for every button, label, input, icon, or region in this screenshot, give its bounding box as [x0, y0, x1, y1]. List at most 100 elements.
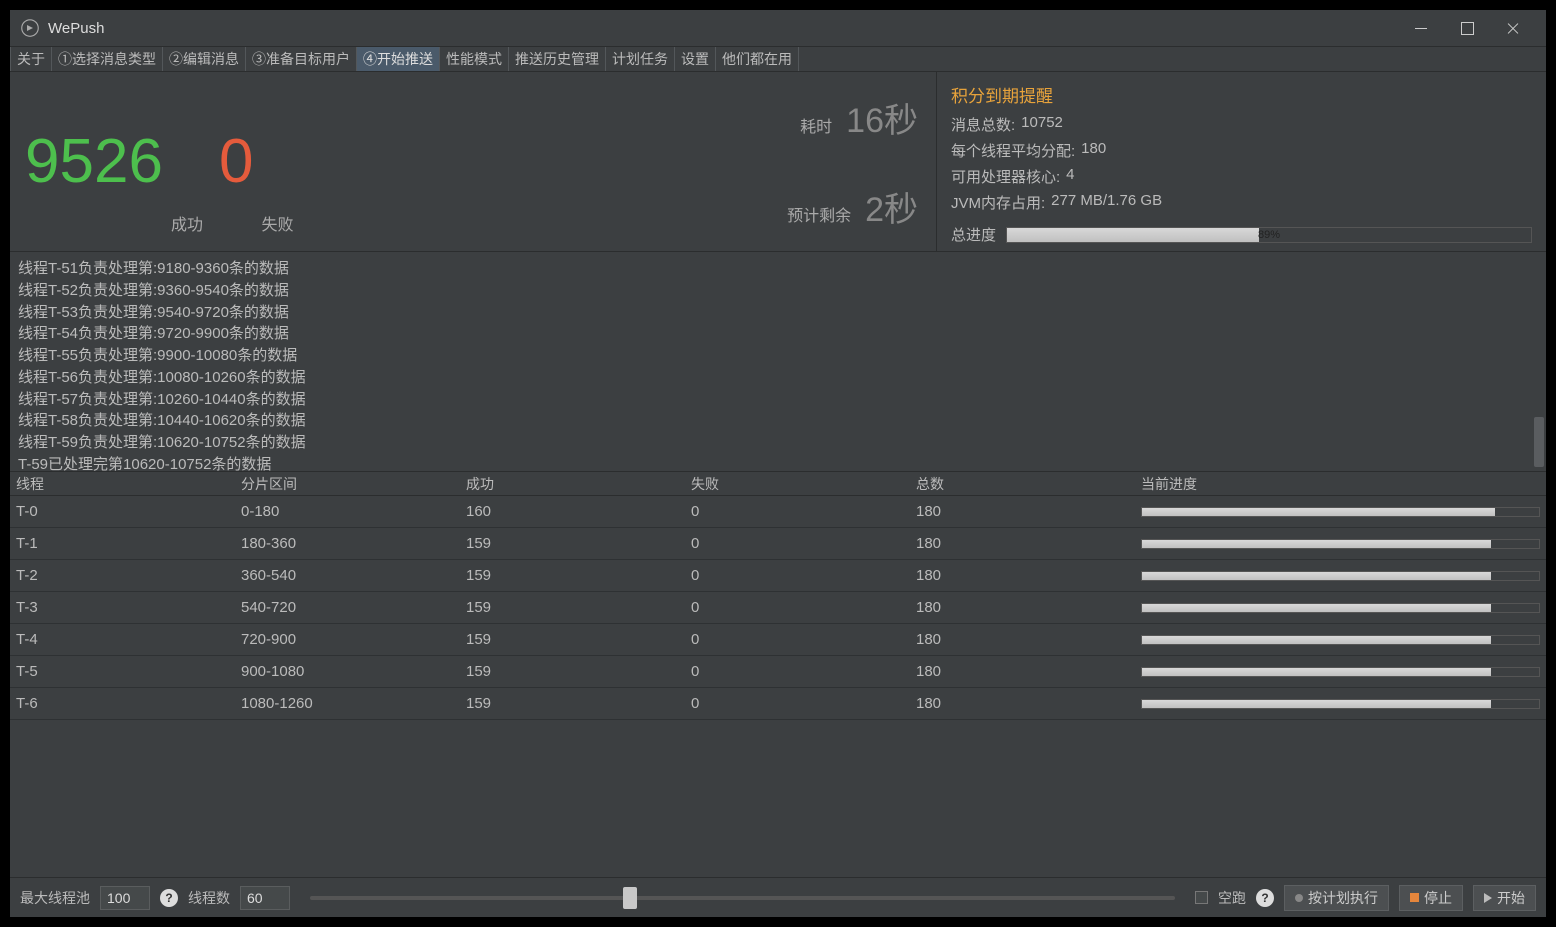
cell-range: 360-540: [235, 567, 460, 584]
cell-fail: 0: [685, 599, 910, 616]
titlebar: WePush: [10, 10, 1546, 46]
cell-success: 159: [460, 663, 685, 680]
cell-thread: T-5: [10, 663, 235, 680]
jvm-value: 277 MB/1.76 GB: [1051, 192, 1162, 213]
log-scrollbar[interactable]: [1534, 256, 1544, 467]
jvm-label: JVM内存占用:: [951, 192, 1045, 213]
per-thread-label: 每个线程平均分配:: [951, 140, 1075, 161]
result-counts: 9526 成功 0 失败: [10, 72, 350, 251]
tab-6[interactable]: 推送历史管理: [509, 47, 606, 71]
scrollbar-thumb[interactable]: [1534, 417, 1544, 467]
cell-success: 159: [460, 535, 685, 552]
tab-4[interactable]: ④开始推送: [357, 47, 440, 71]
table-row[interactable]: T-00-1801600180: [10, 496, 1546, 528]
cell-progress: [1135, 571, 1546, 581]
cell-fail: 0: [685, 567, 910, 584]
cell-range: 900-1080: [235, 663, 460, 680]
table-row[interactable]: T-5900-10801590180: [10, 656, 1546, 688]
stop-button[interactable]: 停止: [1399, 885, 1463, 911]
cell-thread: T-1: [10, 535, 235, 552]
log-line: 线程T-52负责处理第:9360-9540条的数据: [18, 280, 1538, 302]
table-row[interactable]: T-4720-9001590180: [10, 624, 1546, 656]
tab-1[interactable]: ①选择消息类型: [52, 47, 163, 71]
log-line: 线程T-53负责处理第:9540-9720条的数据: [18, 302, 1538, 324]
cell-range: 540-720: [235, 599, 460, 616]
cell-total: 180: [910, 503, 1135, 520]
table-row[interactable]: T-61080-12601590180: [10, 688, 1546, 720]
overall-progress-text: 89%: [1258, 229, 1280, 241]
cell-success: 159: [460, 599, 685, 616]
tab-7[interactable]: 计划任务: [606, 47, 675, 71]
cell-total: 180: [910, 631, 1135, 648]
tab-bar: 关于①选择消息类型②编辑消息③准备目标用户④开始推送性能模式推送历史管理计划任务…: [10, 46, 1546, 72]
max-pool-label: 最大线程池: [20, 888, 90, 908]
tab-2[interactable]: ②编辑消息: [163, 47, 246, 71]
log-output[interactable]: 线程T-51负责处理第:9180-9360条的数据线程T-52负责处理第:936…: [10, 252, 1546, 472]
col-range[interactable]: 分片区间: [235, 474, 460, 494]
tab-8[interactable]: 设置: [675, 47, 716, 71]
cell-thread: T-3: [10, 599, 235, 616]
top-panel: 9526 成功 0 失败 耗时 16秒 预计剩余 2秒 积分到期提醒 消息总数:…: [10, 72, 1546, 252]
log-line: 线程T-54负责处理第:9720-9900条的数据: [18, 323, 1538, 345]
col-total[interactable]: 总数: [910, 474, 1135, 494]
close-button[interactable]: [1490, 13, 1536, 43]
thread-slider[interactable]: [310, 886, 1175, 910]
thread-count-label: 线程数: [188, 888, 230, 908]
schedule-button[interactable]: 按计划执行: [1284, 885, 1389, 911]
cell-success: 159: [460, 567, 685, 584]
col-success[interactable]: 成功: [460, 474, 685, 494]
play-icon: [1484, 893, 1492, 903]
per-thread-value: 180: [1081, 140, 1106, 161]
thread-count-input[interactable]: [240, 886, 290, 910]
cell-progress: [1135, 667, 1546, 677]
cell-total: 180: [910, 567, 1135, 584]
cell-thread: T-4: [10, 631, 235, 648]
timing-panel: 耗时 16秒 预计剩余 2秒: [350, 72, 936, 251]
total-msg-label: 消息总数:: [951, 114, 1015, 135]
app-title: WePush: [48, 20, 104, 37]
help-icon[interactable]: ?: [160, 889, 178, 907]
thread-table: 线程 分片区间 成功 失败 总数 当前进度 T-00-1801600180T-1…: [10, 472, 1546, 877]
cell-success: 159: [460, 695, 685, 712]
log-line: T-59已处理完第10620-10752条的数据: [18, 454, 1538, 472]
cell-fail: 0: [685, 503, 910, 520]
cell-fail: 0: [685, 631, 910, 648]
tab-9[interactable]: 他们都在用: [716, 47, 799, 71]
col-progress[interactable]: 当前进度: [1135, 474, 1546, 494]
col-fail[interactable]: 失败: [685, 474, 910, 494]
table-row[interactable]: T-1180-3601590180: [10, 528, 1546, 560]
dryrun-checkbox[interactable]: [1195, 891, 1208, 904]
cell-success: 160: [460, 503, 685, 520]
cell-total: 180: [910, 663, 1135, 680]
overall-progress-label: 总进度: [951, 224, 996, 245]
dot-icon: [1295, 894, 1303, 902]
minimize-button[interactable]: [1398, 13, 1444, 43]
cell-success: 159: [460, 631, 685, 648]
log-line: 线程T-57负责处理第:10260-10440条的数据: [18, 389, 1538, 411]
cell-progress: [1135, 699, 1546, 709]
app-logo-icon: [20, 18, 40, 38]
help-icon[interactable]: ?: [1256, 889, 1274, 907]
table-row[interactable]: T-2360-5401590180: [10, 560, 1546, 592]
cell-total: 180: [910, 535, 1135, 552]
cell-total: 180: [910, 695, 1135, 712]
cell-progress: [1135, 603, 1546, 613]
cell-range: 1080-1260: [235, 695, 460, 712]
tab-3[interactable]: ③准备目标用户: [246, 47, 357, 71]
cell-progress: [1135, 507, 1546, 517]
start-button[interactable]: 开始: [1473, 885, 1536, 911]
tab-0[interactable]: 关于: [10, 47, 52, 71]
cell-thread: T-2: [10, 567, 235, 584]
cell-fail: 0: [685, 535, 910, 552]
cell-total: 180: [910, 599, 1135, 616]
remaining-label: 预计剩余: [787, 202, 851, 226]
tab-5[interactable]: 性能模式: [440, 47, 509, 71]
maximize-button[interactable]: [1444, 13, 1490, 43]
overall-progress-bar: 89%: [1006, 227, 1532, 243]
success-label: 成功: [171, 211, 203, 251]
col-thread[interactable]: 线程: [10, 474, 235, 494]
success-count: 9526: [25, 126, 163, 197]
table-row[interactable]: T-3540-7201590180: [10, 592, 1546, 624]
max-pool-input[interactable]: [100, 886, 150, 910]
cell-thread: T-6: [10, 695, 235, 712]
